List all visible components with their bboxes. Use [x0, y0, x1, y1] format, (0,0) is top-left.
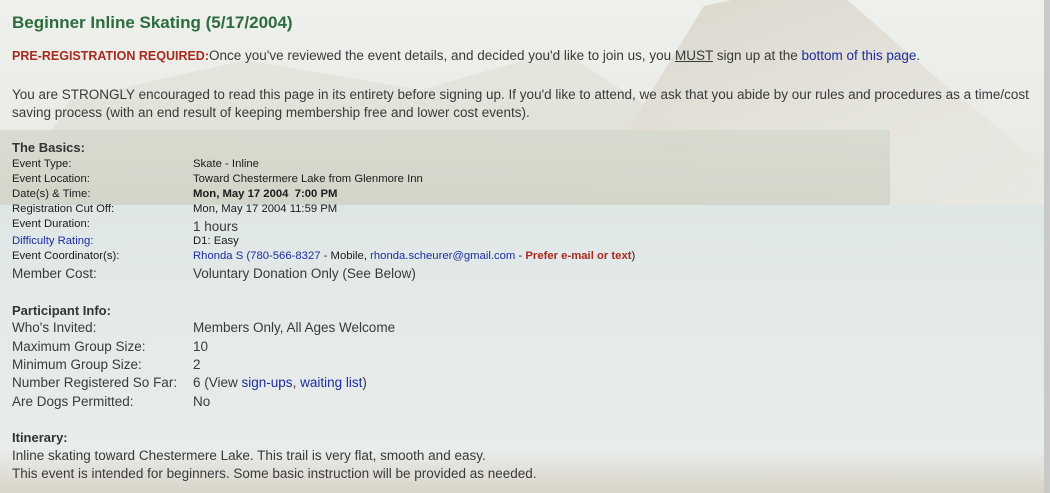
bottom-of-page-link[interactable]: bottom of this page	[802, 48, 917, 63]
who-invited-value: Members Only, All Ages Welcome	[193, 320, 396, 335]
page-scrollbar[interactable]	[1044, 0, 1050, 493]
page-title: Beginner Inline Skating (5/17/2004)	[12, 13, 293, 32]
must-emphasis: MUST	[674, 48, 713, 63]
coordinator-name-link[interactable]: Rhonda S	[193, 250, 243, 262]
difficulty-value: D1: Easy	[193, 235, 239, 247]
signups-link[interactable]: sign-ups	[242, 375, 293, 390]
date-time-value: Mon, May 17 2004 7:00 PM	[193, 188, 338, 200]
contact-preference: Prefer e-mail or text	[525, 250, 632, 262]
difficulty-rating-link[interactable]: Difficulty Rating:	[12, 235, 93, 247]
max-group-value: 10	[193, 339, 209, 354]
pre-registration-label: PRE-REGISTRATION REQUIRED:	[12, 49, 209, 63]
event-duration-value: 1 hours	[193, 219, 239, 234]
rules-paragraph: You are STRONGLY encouraged to read this…	[12, 87, 1029, 120]
min-group-value: 2	[193, 357, 201, 372]
itinerary-line-2: This event is intended for beginners. So…	[12, 466, 537, 481]
itinerary-line-1: Inline skating toward Chestermere Lake. …	[12, 448, 486, 463]
member-cost-value: Voluntary Donation Only (See Below)	[193, 266, 416, 281]
participant-info-heading: Participant Info:	[12, 303, 111, 318]
pre-registration-notice: PRE-REGISTRATION REQUIRED:Once you've re…	[12, 48, 921, 63]
itinerary-heading: Itinerary:	[12, 430, 68, 445]
registration-cutoff-value: Mon, May 17 2004 11:59 PM	[193, 203, 338, 215]
coordinator-value: Rhonda S (780-566-8327 - Mobile, rhonda.…	[193, 250, 636, 262]
event-location-value: Toward Chestermere Lake from Glenmore In…	[193, 173, 423, 185]
dogs-permitted-value: No	[193, 394, 211, 409]
coordinator-phone-link[interactable]: 780-566-8327	[250, 250, 320, 262]
coordinator-email-link[interactable]: rhonda.scheurer@gmail.com	[370, 250, 515, 262]
landscape-background	[0, 0, 1050, 493]
registered-value: 6 (View sign-ups, waiting list)	[193, 375, 367, 390]
event-type-value: Skate - Inline	[193, 158, 259, 170]
waiting-list-link[interactable]: waiting list	[300, 375, 362, 390]
basics-heading: The Basics:	[12, 140, 85, 155]
